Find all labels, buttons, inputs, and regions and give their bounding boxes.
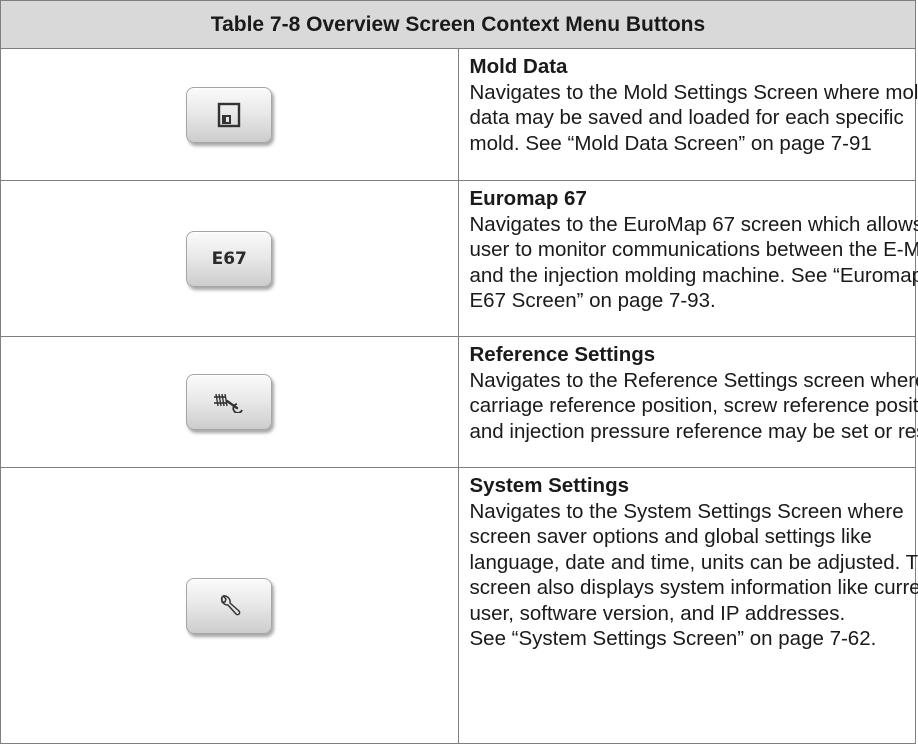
e67-text-icon: E67 (211, 248, 247, 269)
context-menu-table-container: Table 7-8 Overview Screen Context Menu B… (0, 0, 918, 744)
table-title: Table 7-8 Overview Screen Context Menu B… (0, 0, 916, 49)
row-title: System Settings (469, 474, 630, 497)
description-line: user, software version, and IP addresses… (469, 601, 846, 625)
row-description: Navigates to the System Settings Screen … (469, 499, 918, 652)
description-cell: System Settings Navigates to the System … (457, 467, 918, 744)
description-line: Navigates to the Mold Settings Screen wh… (469, 80, 918, 104)
row-description: Navigates to the EuroMap 67 screen which… (469, 212, 918, 314)
description-line: language, date and time, units can be ad… (469, 550, 918, 574)
save-disk-icon (218, 102, 241, 127)
reference-settings-button[interactable] (186, 374, 273, 430)
description-line: user to monitor communications between t… (469, 238, 918, 261)
description-cell: Mold Data Navigates to the Mold Settings… (457, 48, 918, 181)
description-line: screen saver options and global settings… (469, 525, 872, 548)
description-line: and injection pressure reference may be … (469, 419, 918, 443)
description-line: Navigates to the EuroMap 67 screen which… (469, 212, 918, 236)
row-title: Reference Settings (469, 343, 656, 366)
table-row: Reference Settings Navigates to the Refe… (0, 336, 918, 468)
row-description: Navigates to the Mold Settings Screen wh… (469, 80, 918, 157)
row-description: Navigates to the Reference Settings scre… (469, 368, 918, 445)
description-line: Navigates to the Reference Settings scre… (469, 368, 918, 392)
euromap-67-button[interactable]: E67 (186, 230, 273, 287)
description-line: data may be saved and loaded for each sp… (469, 106, 904, 129)
table-header-row: Table 7-8 Overview Screen Context Menu B… (0, 0, 916, 49)
description-line: See “System Settings Screen” on page 7-6… (469, 627, 877, 650)
screw-wrench-icon (214, 393, 244, 413)
description-line: and the injection molding machine. See “… (469, 263, 918, 287)
mold-data-button[interactable] (186, 86, 273, 143)
description-line: E67 Screen” on page 7-93. (469, 289, 716, 312)
table-row: Mold Data Navigates to the Mold Settings… (0, 48, 918, 181)
description-line: Navigates to the System Settings Screen … (469, 499, 904, 523)
description-line: carriage reference position, screw refer… (469, 394, 918, 417)
description-line: screen also displays system information … (469, 576, 918, 599)
icon-cell: E67 (0, 180, 459, 337)
system-settings-button[interactable] (186, 577, 273, 634)
context-menu-buttons-table: Table 7-8 Overview Screen Context Menu B… (0, 0, 918, 744)
description-line: mold. See “Mold Data Screen” on page 7-9… (469, 131, 872, 155)
icon-cell (0, 336, 459, 468)
table-row: E67 Euromap 67 Navigates to the EuroMap … (0, 180, 918, 337)
description-cell: Euromap 67 Navigates to the EuroMap 67 s… (457, 180, 918, 337)
wrench-icon (221, 594, 241, 615)
row-title: Mold Data (469, 55, 568, 78)
icon-cell (0, 48, 459, 181)
description-cell: Reference Settings Navigates to the Refe… (457, 336, 918, 468)
table-row: System Settings Navigates to the System … (0, 467, 918, 744)
icon-cell (0, 467, 459, 744)
row-title: Euromap 67 (469, 187, 587, 210)
